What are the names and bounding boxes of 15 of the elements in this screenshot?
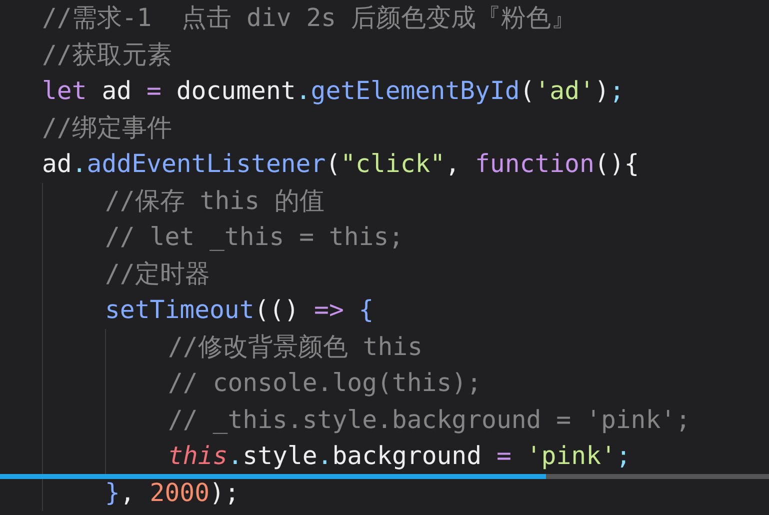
code-line: // let _this = this; xyxy=(105,221,404,253)
code-line: //获取元素 xyxy=(42,38,172,70)
code-line: let ad = document.getElementById('ad'); xyxy=(42,75,624,107)
code-line: setTimeout(() => { xyxy=(105,294,374,326)
code-line: //保存 this 的值 xyxy=(105,184,324,216)
video-progress-bar[interactable] xyxy=(0,474,769,479)
code-line: //绑定事件 xyxy=(42,112,172,144)
code-line: this.style.background = 'pink'; xyxy=(168,440,631,472)
code-line: // _this.style.background = 'pink'; xyxy=(168,404,691,436)
code-line: ad.addEventListener("click", function(){ xyxy=(42,148,640,180)
code-line: //需求-1 点击 div 2s 后颜色变成『粉色』 xyxy=(42,2,576,34)
code-line: //修改背景颜色 this xyxy=(168,330,423,362)
code-line: }, 2000); xyxy=(105,476,240,508)
code-line: // console.log(this); xyxy=(168,367,482,399)
code-line: //定时器 xyxy=(105,258,210,290)
